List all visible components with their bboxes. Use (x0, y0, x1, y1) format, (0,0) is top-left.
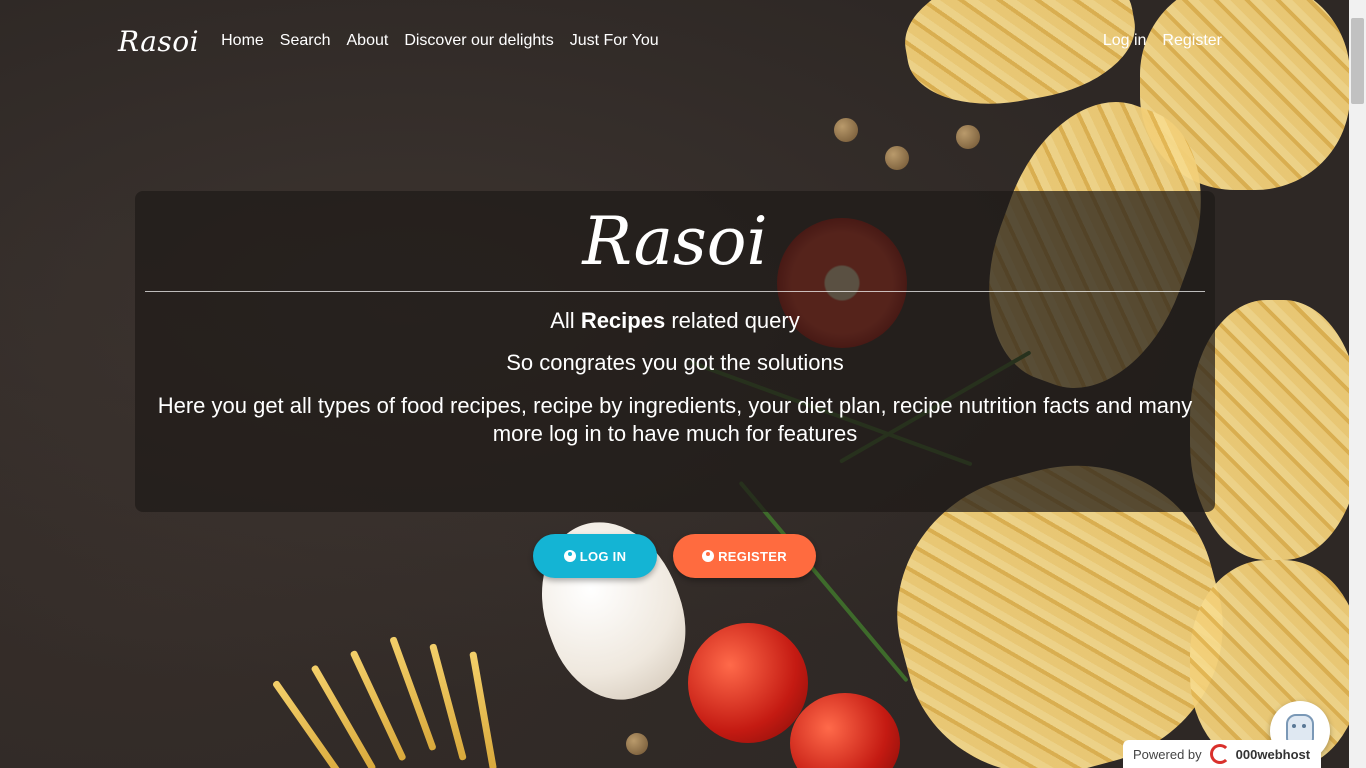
hero-jumbotron: Rasoi All Recipes related query So congr… (135, 191, 1215, 512)
user-circle-icon (563, 550, 576, 562)
hero-lead-recipes-prefix: All (550, 308, 581, 333)
tomato-decoration (688, 623, 808, 743)
webhost-name: 000webhost (1235, 746, 1311, 762)
hero-lead-recipes: All Recipes related query (135, 308, 1215, 334)
brand-logo[interactable]: Rasoi (118, 25, 199, 58)
scrollbar-thumb[interactable] (1351, 18, 1364, 104)
hero-title: Rasoi (582, 203, 768, 280)
pasta-decoration (895, 0, 1145, 119)
spaghetti-decoration (469, 651, 497, 768)
nav-link-discover[interactable]: Discover our delights (404, 32, 553, 50)
login-button-label: LOG IN (579, 548, 627, 564)
page-scrollbar[interactable] (1349, 0, 1366, 768)
nav-right: Log in Register (1087, 32, 1222, 50)
spaghetti-decoration (271, 679, 347, 768)
spaghetti-decoration (389, 636, 437, 752)
register-button-label: REGISTER (718, 548, 787, 564)
tomato-decoration (790, 693, 900, 768)
peppercorn-decoration (956, 125, 980, 149)
navbar: Rasoi Home Search About Discover our del… (118, 24, 1222, 58)
peppercorn-decoration (834, 118, 858, 142)
register-button[interactable]: REGISTER (673, 534, 816, 578)
nav-link-search[interactable]: Search (280, 32, 331, 50)
user-circle-icon (702, 550, 715, 562)
login-button[interactable]: LOG IN (533, 534, 657, 578)
nav-link-login[interactable]: Log in (1103, 32, 1147, 50)
nav-link-just-for-you[interactable]: Just For You (570, 32, 659, 50)
hero-lead-congrats: So congrates you got the solutions (506, 350, 844, 375)
hero-lead-recipes-suffix: related query (665, 308, 800, 333)
powered-by-label: Powered by (1133, 746, 1202, 762)
hero-lead-description: Here you get all types of food recipes, … (157, 393, 1193, 446)
peppercorn-decoration (626, 733, 648, 755)
peppercorn-decoration (885, 146, 909, 170)
hero-lead-recipes-bold: Recipes (580, 308, 666, 333)
nav-link-home[interactable]: Home (221, 32, 264, 50)
hero-divider (145, 291, 1205, 292)
powered-by-badge[interactable]: Powered by 000webhost (1123, 740, 1321, 768)
nav-link-register[interactable]: Register (1162, 32, 1222, 50)
nav-link-about[interactable]: About (347, 32, 389, 50)
webhost-logo-icon (1209, 744, 1230, 764)
